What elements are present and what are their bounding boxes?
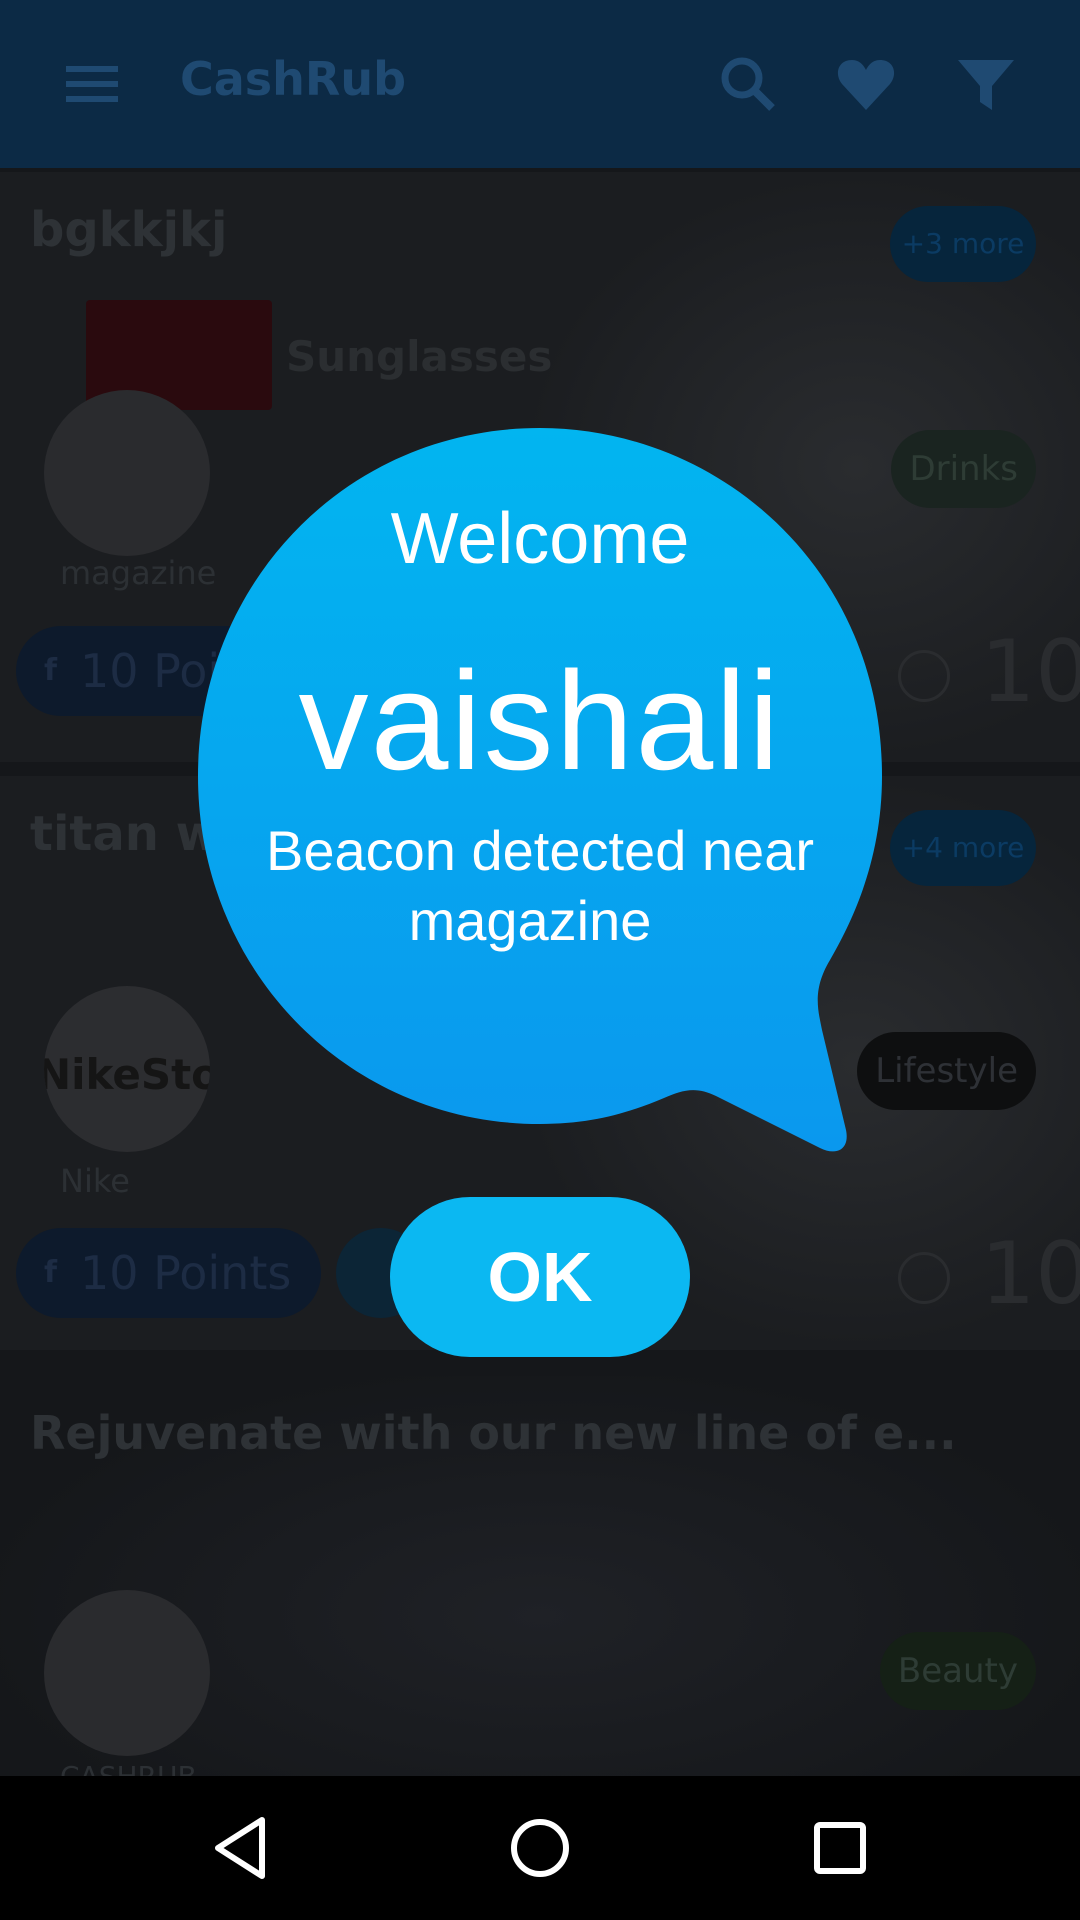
system-navigation-bar — [0, 1776, 1080, 1920]
dialog-user-name: vaishali — [298, 642, 782, 799]
back-icon[interactable] — [190, 1798, 290, 1898]
dialog-message-line1: Beacon detected near — [266, 819, 814, 882]
welcome-speech-bubble — [198, 428, 882, 1152]
ok-button[interactable]: OK — [390, 1197, 690, 1357]
app-background: CashRub bgkkjkj +3 more Sunglasses magaz… — [0, 0, 1080, 1776]
dialog-greeting: Welcome — [390, 499, 690, 579]
home-icon[interactable] — [490, 1798, 590, 1898]
dialog-message-line2: magazine — [408, 889, 652, 952]
recents-icon[interactable] — [790, 1798, 890, 1898]
